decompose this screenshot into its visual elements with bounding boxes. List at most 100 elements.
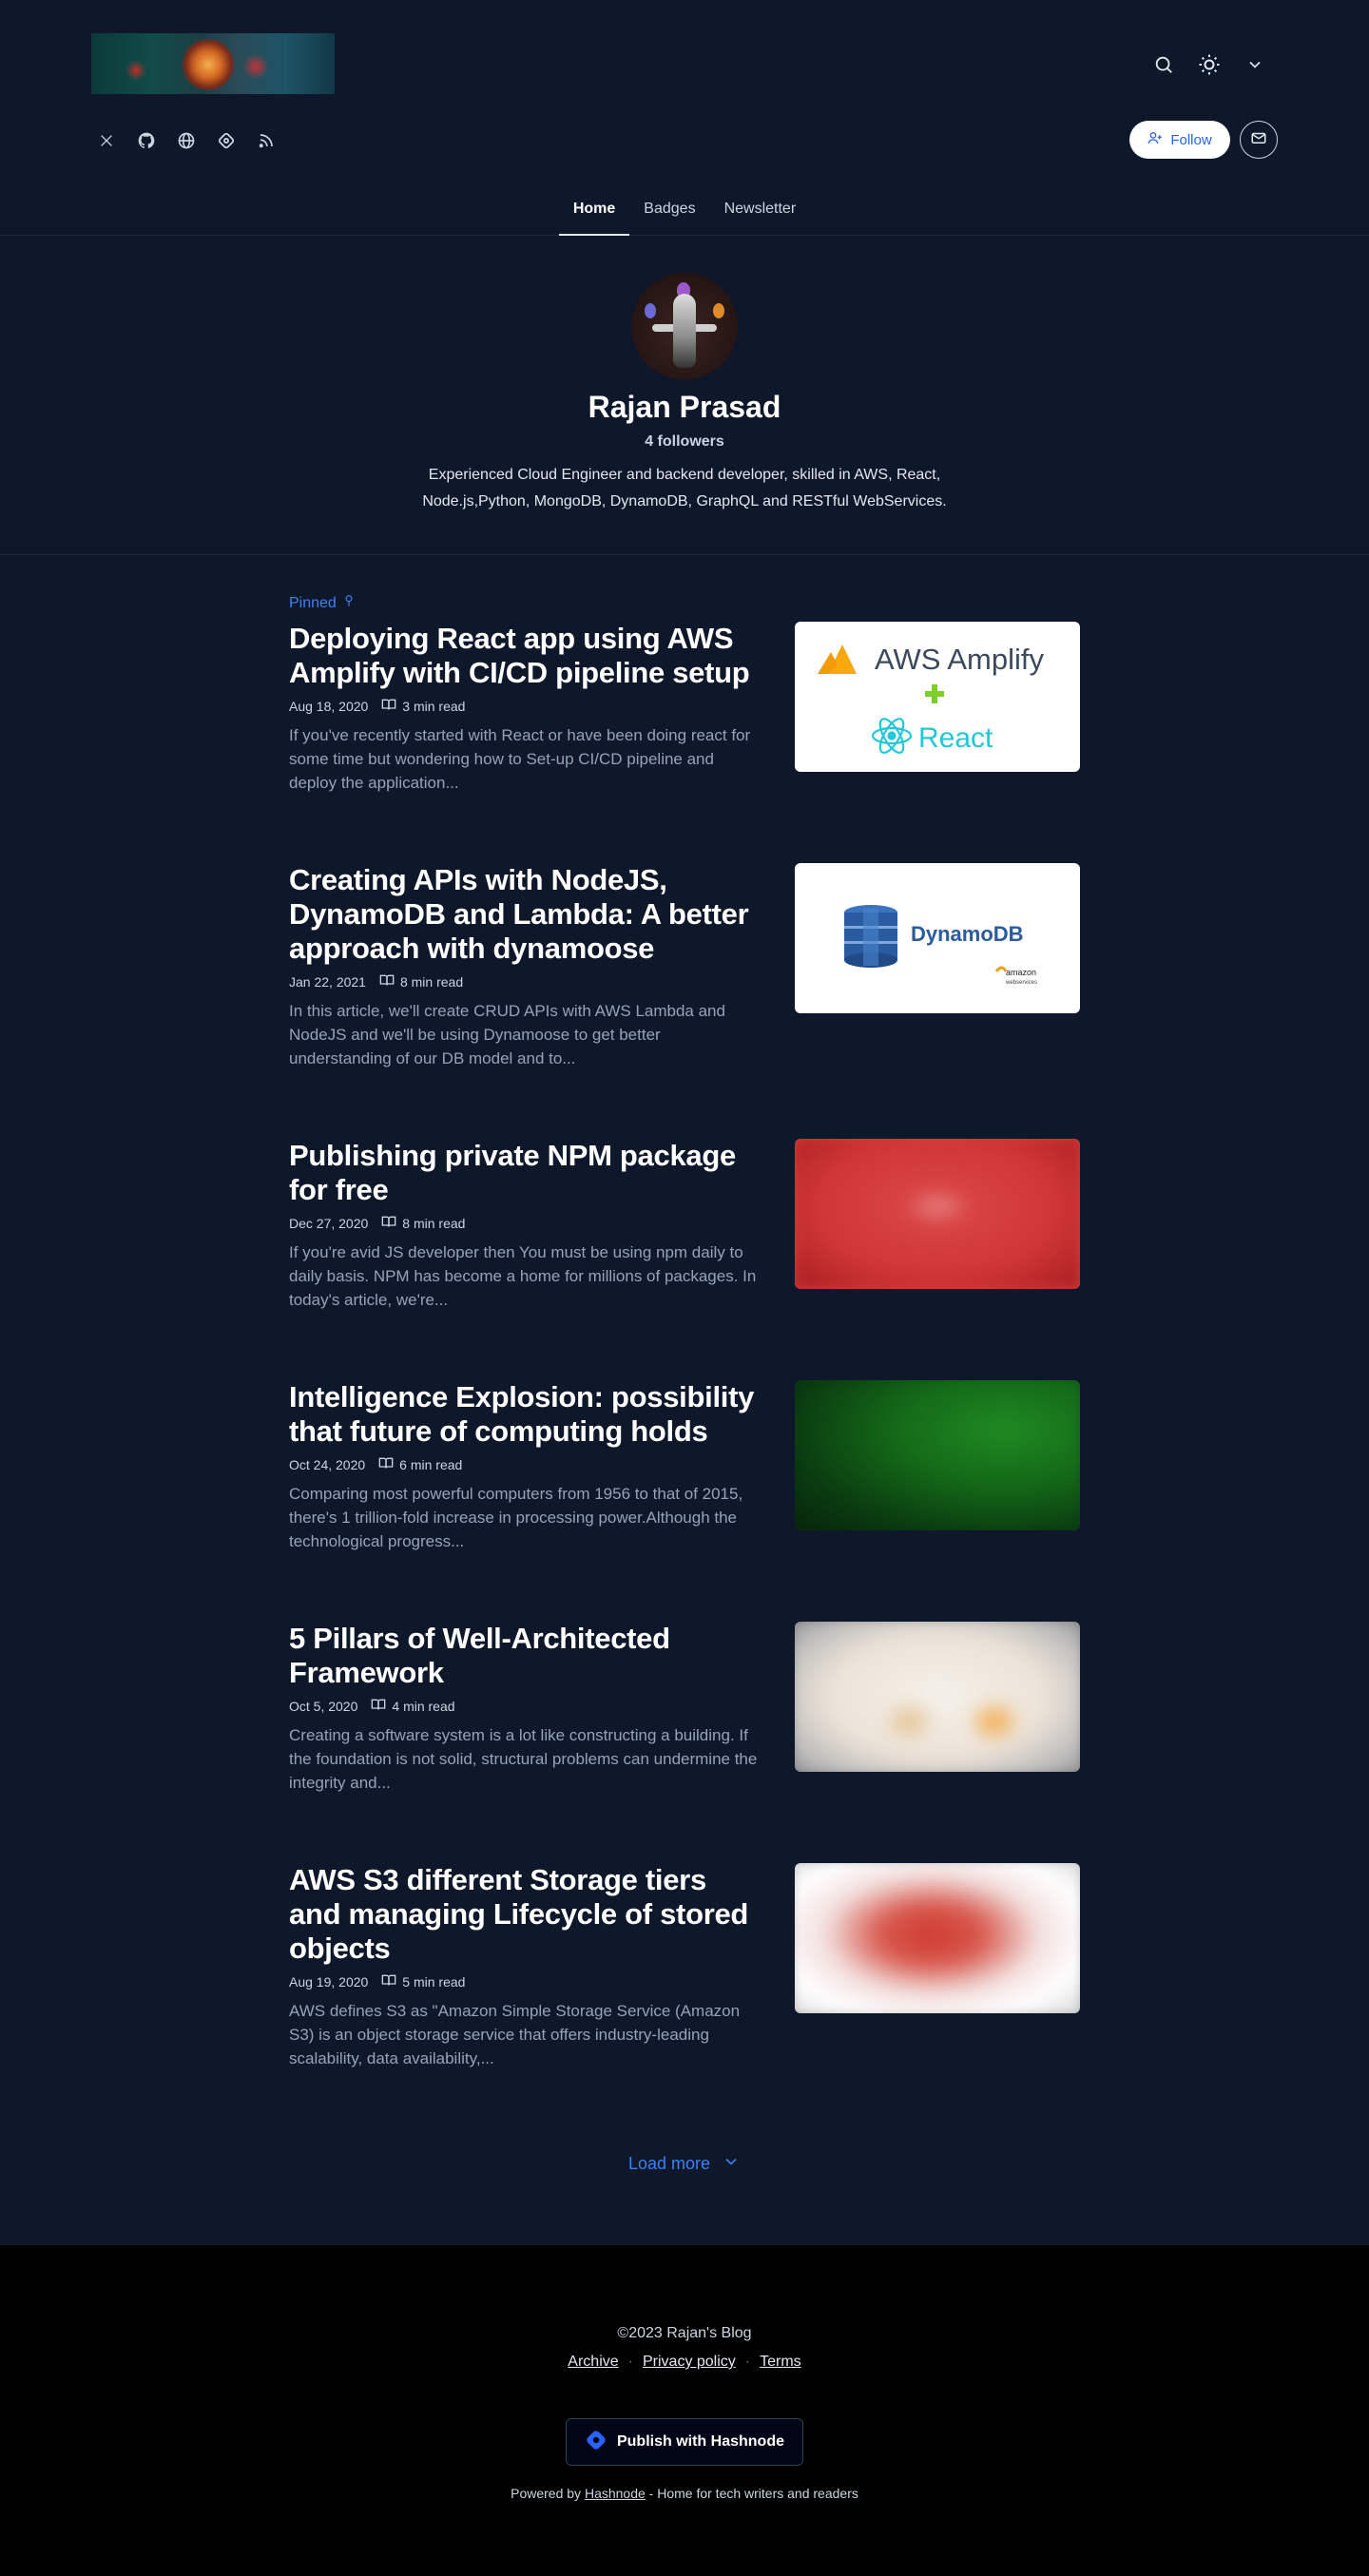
separator: · bbox=[627, 2354, 633, 2370]
x-icon[interactable] bbox=[91, 125, 122, 156]
follow-button[interactable]: Follow bbox=[1129, 121, 1230, 159]
book-icon bbox=[379, 973, 395, 990]
post-meta: Oct 24, 2020 6 min read bbox=[289, 1456, 462, 1472]
post-title[interactable]: AWS S3 different Storage tiers and manag… bbox=[289, 1863, 764, 1966]
post-card[interactable]: AWS S3 different Storage tiers and manag… bbox=[289, 1863, 1080, 2072]
book-icon bbox=[371, 1698, 386, 1714]
powered-by: Powered by Hashnode - Home for tech writ… bbox=[0, 2486, 1369, 2501]
site-footer: ©2023 Rajan's Blog Archive · Privacy pol… bbox=[0, 2245, 1369, 2576]
post-meta: Aug 19, 2020 5 min read bbox=[289, 1973, 465, 1990]
post-card[interactable]: Publishing private NPM package for free … bbox=[289, 1139, 1080, 1348]
post-card[interactable]: Deploying React app using AWS Amplify wi… bbox=[289, 622, 1080, 831]
post-title[interactable]: Publishing private NPM package for free bbox=[289, 1139, 764, 1207]
post-title[interactable]: Deploying React app using AWS Amplify wi… bbox=[289, 622, 764, 690]
newsletter-mail-button[interactable] bbox=[1240, 121, 1278, 159]
hashnode-link[interactable]: Hashnode bbox=[585, 2486, 646, 2501]
book-icon bbox=[381, 698, 396, 714]
pinned-label: Pinned bbox=[289, 593, 356, 613]
read-time: 3 min read bbox=[402, 698, 466, 714]
post-title[interactable]: Intelligence Explosion: possibility that… bbox=[289, 1380, 764, 1449]
author-bio: Experienced Cloud Engineer and backend d… bbox=[422, 467, 947, 509]
load-more-label: Load more bbox=[627, 2154, 711, 2173]
post-cover-image[interactable]: AWS Amplify React bbox=[795, 622, 1080, 772]
post-cover-image[interactable] bbox=[795, 1863, 1080, 2013]
follow-label: Follow bbox=[1170, 131, 1212, 148]
post-date: Aug 18, 2020 bbox=[289, 698, 369, 714]
post-list: Pinned Deploying React app using AWS Amp… bbox=[0, 555, 1369, 2245]
author-profile: Rajan Prasad 4 followers Experienced Clo… bbox=[0, 236, 1369, 555]
post-date: Dec 27, 2020 bbox=[289, 1215, 369, 1231]
terms-link[interactable]: Terms bbox=[760, 2354, 801, 2371]
powered-prefix: Powered by bbox=[511, 2486, 582, 2501]
amazon-text: amazon bbox=[1006, 968, 1036, 977]
blog-logo[interactable] bbox=[91, 33, 335, 94]
pinned-text: Pinned bbox=[289, 594, 337, 611]
read-time: 5 min read bbox=[402, 1973, 466, 1990]
post-cover-image[interactable] bbox=[795, 1622, 1080, 1772]
archive-link[interactable]: Archive bbox=[568, 2354, 618, 2371]
post-meta: Aug 18, 2020 3 min read bbox=[289, 698, 465, 714]
post-cover-image[interactable] bbox=[795, 1380, 1080, 1530]
hashnode-logo-icon bbox=[585, 2429, 607, 2456]
post-cover-image[interactable]: DynamoDB amazon webservices bbox=[795, 863, 1080, 1013]
post-card[interactable]: 5 Pillars of Well-Architected Framework … bbox=[289, 1622, 1080, 1831]
publish-with-hashnode-button[interactable]: Publish with Hashnode bbox=[566, 2418, 803, 2466]
react-text: React bbox=[918, 722, 993, 754]
copyright: ©2023 Rajan's Blog bbox=[617, 2325, 752, 2341]
privacy-policy-link[interactable]: Privacy policy bbox=[643, 2354, 736, 2371]
webservices-text: webservices bbox=[1005, 980, 1037, 986]
globe-icon[interactable] bbox=[171, 125, 202, 156]
load-more-button[interactable]: Load more bbox=[0, 2152, 1369, 2176]
github-icon[interactable] bbox=[131, 125, 162, 156]
post-cover-image[interactable] bbox=[795, 1139, 1080, 1289]
book-icon bbox=[381, 1973, 396, 1990]
post-title[interactable]: 5 Pillars of Well-Architected Framework bbox=[289, 1622, 764, 1690]
read-time: 4 min read bbox=[392, 1698, 455, 1714]
rss-icon[interactable] bbox=[251, 125, 281, 156]
post-meta: Jan 22, 2021 8 min read bbox=[289, 973, 463, 990]
book-icon bbox=[378, 1456, 394, 1472]
post-excerpt: If you're avid JS developer then You mus… bbox=[289, 1243, 757, 1309]
header-actions bbox=[1141, 48, 1278, 82]
post-date: Aug 19, 2020 bbox=[289, 1973, 369, 1990]
sun-icon[interactable] bbox=[1186, 48, 1232, 82]
post-excerpt: AWS defines S3 as "Amazon Simple Storage… bbox=[289, 2002, 741, 2067]
post-excerpt: Comparing most powerful computers from 1… bbox=[289, 1485, 743, 1550]
post-date: Oct 24, 2020 bbox=[289, 1456, 366, 1472]
read-time: 8 min read bbox=[399, 973, 464, 990]
pin-icon bbox=[342, 593, 356, 613]
tab-badges[interactable]: Badges bbox=[629, 188, 709, 236]
chevron-down-icon bbox=[722, 2152, 741, 2176]
book-icon bbox=[381, 1215, 396, 1231]
post-meta: Dec 27, 2020 8 min read bbox=[289, 1215, 465, 1231]
author-name: Rajan Prasad bbox=[588, 390, 781, 424]
dynamodb-text: DynamoDB bbox=[911, 922, 1024, 946]
post-excerpt: Creating a software system is a lot like… bbox=[289, 1726, 758, 1792]
post-title[interactable]: Creating APIs with NodeJS, DynamoDB and … bbox=[289, 863, 764, 966]
amplify-text: AWS Amplify bbox=[875, 643, 1044, 676]
blog-tabs: Home Badges Newsletter bbox=[0, 188, 1369, 236]
chevron-down-icon[interactable] bbox=[1232, 48, 1278, 82]
user-plus-icon bbox=[1147, 130, 1163, 149]
search-icon[interactable] bbox=[1141, 48, 1186, 82]
read-time: 8 min read bbox=[402, 1215, 466, 1231]
mail-icon bbox=[1250, 129, 1267, 151]
post-card[interactable]: Intelligence Explosion: possibility that… bbox=[289, 1380, 1080, 1589]
read-time: 6 min read bbox=[399, 1456, 463, 1472]
footer-links: Archive · Privacy policy · Terms bbox=[0, 2354, 1369, 2371]
post-meta: Oct 5, 2020 4 min read bbox=[289, 1698, 455, 1714]
separator: · bbox=[744, 2354, 751, 2370]
post-excerpt: If you've recently started with React or… bbox=[289, 726, 751, 792]
powered-suffix: - Home for tech writers and readers bbox=[648, 2486, 858, 2501]
tab-newsletter[interactable]: Newsletter bbox=[710, 188, 811, 236]
avatar bbox=[631, 273, 738, 379]
follower-count[interactable]: 4 followers bbox=[0, 433, 1369, 451]
blog-header: Follow Home Badges Newsletter bbox=[0, 0, 1369, 236]
post-card[interactable]: Creating APIs with NodeJS, DynamoDB and … bbox=[289, 863, 1080, 1072]
publish-label: Publish with Hashnode bbox=[616, 2433, 784, 2450]
tab-home[interactable]: Home bbox=[558, 188, 630, 236]
post-date: Oct 5, 2020 bbox=[289, 1698, 358, 1714]
post-excerpt: In this article, we'll create CRUD APIs … bbox=[289, 1002, 725, 1067]
social-links bbox=[91, 125, 281, 156]
hashnode-icon[interactable] bbox=[211, 125, 241, 156]
